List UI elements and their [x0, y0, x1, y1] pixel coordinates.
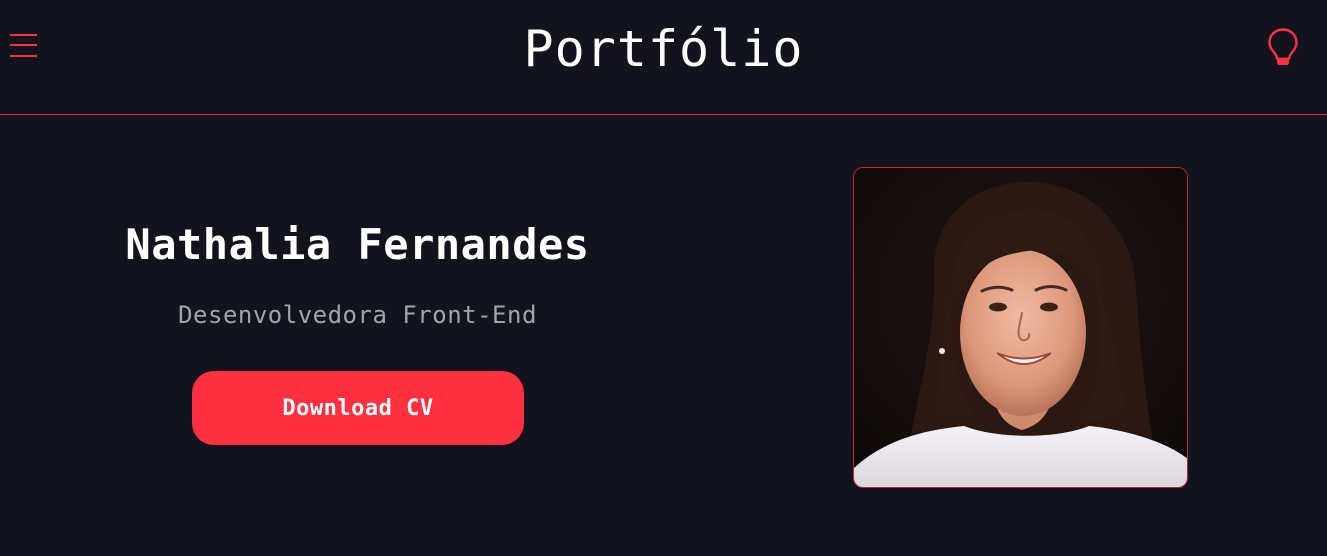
theme-toggle-button[interactable]	[1266, 27, 1300, 67]
site-header: Portfólio	[0, 0, 1327, 115]
page-title: Portfólio	[523, 20, 804, 78]
profile-photo-illustration	[854, 168, 1187, 487]
lightbulb-icon	[1268, 28, 1298, 65]
profile-photo	[853, 167, 1188, 488]
hero-role: Desenvolvedora Front-End	[178, 301, 537, 329]
hero-name: Nathalia Fernandes	[125, 220, 590, 269]
download-cv-button[interactable]: Download CV	[192, 371, 524, 445]
